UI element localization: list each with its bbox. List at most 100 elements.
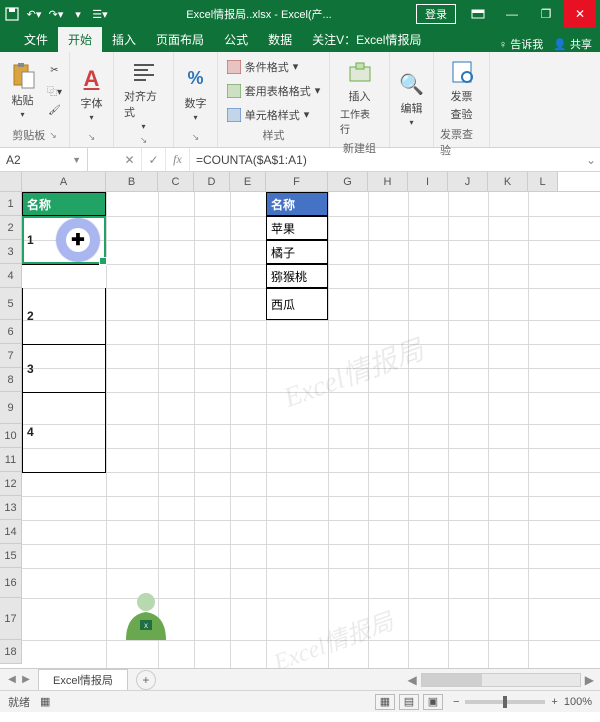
ribbon-options-icon[interactable] <box>462 0 494 28</box>
cell[interactable]: 4 <box>22 392 106 472</box>
view-pagebreak-icon[interactable]: ▣ <box>423 694 443 710</box>
col-header[interactable]: D <box>194 172 230 191</box>
ribbon-tabs: 文件 开始 插入 页面布局 公式 数据 关注V：Excel情报局 ♀ 告诉我 👤… <box>0 28 600 52</box>
col-header[interactable]: G <box>328 172 368 191</box>
macro-record-icon[interactable]: ▦ <box>40 695 50 708</box>
save-icon[interactable] <box>4 6 20 22</box>
row-header[interactable]: 11 <box>0 448 22 472</box>
col-header[interactable]: L <box>528 172 558 191</box>
row-header[interactable]: 14 <box>0 520 22 544</box>
cell[interactable]: 名称 <box>22 192 106 216</box>
dialog-launcher-icon[interactable]: ↘ <box>49 130 57 141</box>
alignment-button[interactable]: 对齐方式▾ <box>120 56 167 133</box>
sheet-tab[interactable]: Excel情报局 <box>38 669 128 690</box>
view-layout-icon[interactable]: ▤ <box>399 694 419 710</box>
row-header[interactable]: 4 <box>0 264 22 288</box>
share-button[interactable]: 👤 共享 <box>553 36 592 52</box>
dialog-launcher-icon[interactable]: ↘ <box>192 132 200 143</box>
add-sheet-button[interactable]: + <box>136 670 156 690</box>
horizontal-scrollbar[interactable] <box>421 673 581 687</box>
row-header[interactable]: 10 <box>0 424 22 448</box>
row-header[interactable]: 13 <box>0 496 22 520</box>
cell[interactable]: 名称 <box>266 192 328 216</box>
group-insert: 插入工作表行 新建组 <box>330 52 390 147</box>
formula-input[interactable]: =COUNTA($A$1:A1) <box>190 148 582 171</box>
row-header[interactable]: 18 <box>0 640 22 664</box>
sheet-nav-next-icon[interactable]: ▶ <box>20 674 32 685</box>
cancel-formula-icon[interactable]: ✕ <box>118 148 142 171</box>
tab-follow[interactable]: 关注V：Excel情报局 <box>302 27 431 52</box>
col-header[interactable]: C <box>158 172 194 191</box>
cell[interactable]: 2 <box>22 288 106 344</box>
format-as-table-button[interactable]: 套用表格格式▾ <box>225 82 323 100</box>
confirm-formula-icon[interactable]: ✓ <box>142 148 166 171</box>
invoice-check-button[interactable]: 发票查验 <box>444 56 480 124</box>
col-header[interactable]: K <box>488 172 528 191</box>
minimize-icon[interactable]: — <box>496 0 528 28</box>
tab-formulas[interactable]: 公式 <box>214 27 258 52</box>
col-header[interactable]: I <box>408 172 448 191</box>
col-header[interactable]: H <box>368 172 408 191</box>
copy-icon[interactable]: ⿻▾ <box>45 82 65 100</box>
row-header[interactable]: 17 <box>0 598 22 640</box>
scroll-left-icon[interactable]: ◀ <box>408 673 417 687</box>
row-header[interactable]: 3 <box>0 240 22 264</box>
cut-icon[interactable]: ✂ <box>45 62 65 80</box>
spreadsheet-grid[interactable]: A B C D E F G H I J K L 1 2 3 4 5 6 7 8 … <box>0 172 600 668</box>
select-all-corner[interactable] <box>0 172 22 191</box>
redo-icon[interactable]: ↷▾ <box>48 6 64 22</box>
dialog-launcher-icon[interactable]: ↘ <box>88 132 96 143</box>
row-header[interactable]: 15 <box>0 544 22 568</box>
cell[interactable]: 橘子 <box>266 240 328 264</box>
tab-home[interactable]: 开始 <box>58 27 102 52</box>
row-header[interactable]: 5 <box>0 288 22 320</box>
col-header[interactable]: F <box>266 172 328 191</box>
paste-button[interactable]: 粘贴▾ <box>5 60 41 121</box>
scroll-right-icon[interactable]: ▶ <box>585 673 594 687</box>
col-header[interactable]: A <box>22 172 106 191</box>
name-box[interactable]: A2▼ <box>0 148 88 171</box>
insert-cells-button[interactable]: 插入工作表行 <box>336 56 383 138</box>
row-header[interactable]: 16 <box>0 568 22 598</box>
number-format-button[interactable]: %数字▾ <box>178 63 214 124</box>
dialog-launcher-icon[interactable]: ↘ <box>140 135 148 146</box>
row-header[interactable]: 1 <box>0 192 22 216</box>
cell[interactable]: 猕猴桃 <box>266 264 328 288</box>
font-button[interactable]: A字体▾ <box>74 63 110 124</box>
sheet-nav-prev-icon[interactable]: ◀ <box>6 674 18 685</box>
fx-icon[interactable]: fx <box>166 148 190 171</box>
touch-mode-icon[interactable]: ☰▾ <box>92 6 108 22</box>
cell[interactable]: 苹果 <box>266 216 328 240</box>
col-header[interactable]: B <box>106 172 158 191</box>
cell[interactable]: 西瓜 <box>266 288 328 320</box>
row-header[interactable]: 12 <box>0 472 22 496</box>
col-header[interactable]: J <box>448 172 488 191</box>
tellme-button[interactable]: ♀ 告诉我 <box>499 36 543 52</box>
zoom-value[interactable]: 100% <box>564 696 592 708</box>
tab-file[interactable]: 文件 <box>14 27 58 52</box>
tab-layout[interactable]: 页面布局 <box>146 27 214 52</box>
zoom-in-icon[interactable]: + <box>551 696 557 708</box>
row-header[interactable]: 6 <box>0 320 22 344</box>
edit-button[interactable]: 🔍编辑▾ <box>394 68 430 129</box>
row-header[interactable]: 8 <box>0 368 22 392</box>
tab-data[interactable]: 数据 <box>258 27 302 52</box>
tab-insert[interactable]: 插入 <box>102 27 146 52</box>
view-normal-icon[interactable]: ▦ <box>375 694 395 710</box>
close-icon[interactable]: ✕ <box>564 0 596 28</box>
cell[interactable]: 3 <box>22 344 106 392</box>
zoom-out-icon[interactable]: − <box>453 696 459 708</box>
row-header[interactable]: 7 <box>0 344 22 368</box>
conditional-format-button[interactable]: 条件格式▾ <box>225 58 301 76</box>
col-header[interactable]: E <box>230 172 266 191</box>
cell-styles-button[interactable]: 单元格样式▾ <box>225 106 312 124</box>
undo-icon[interactable]: ↶▾ <box>26 6 42 22</box>
expand-formula-icon[interactable]: ⌄ <box>582 148 600 171</box>
login-button[interactable]: 登录 <box>416 4 456 24</box>
qat-more-icon[interactable]: ▾ <box>70 6 86 22</box>
restore-icon[interactable]: ❐ <box>530 0 562 28</box>
format-painter-icon[interactable]: 🖌 <box>45 102 65 120</box>
row-header[interactable]: 9 <box>0 392 22 424</box>
zoom-slider[interactable] <box>465 700 545 704</box>
row-header[interactable]: 2 <box>0 216 22 240</box>
